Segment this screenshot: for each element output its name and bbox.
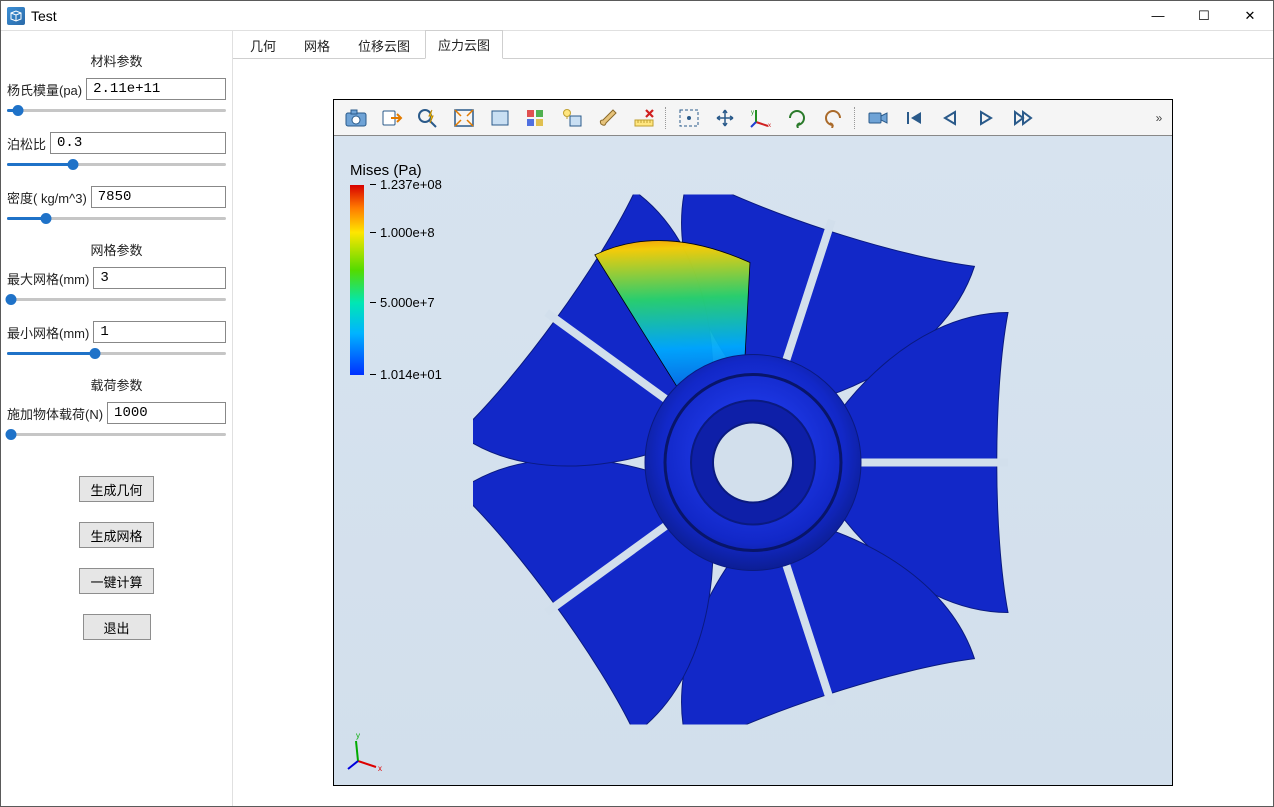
tab-disp[interactable]: 位移云图 bbox=[345, 31, 423, 59]
poisson-slider[interactable] bbox=[7, 156, 226, 172]
camera-icon[interactable] bbox=[339, 103, 373, 133]
svg-text:x: x bbox=[378, 764, 382, 771]
youngs-input[interactable] bbox=[86, 78, 226, 100]
gen-mesh-button[interactable]: 生成网格 bbox=[79, 522, 153, 548]
titlebar: Test — ☐ ✕ bbox=[1, 1, 1273, 31]
maxmesh-slider[interactable] bbox=[7, 291, 226, 307]
density-row: 密度( kg/m^3) bbox=[7, 186, 226, 208]
minmesh-input[interactable] bbox=[93, 321, 226, 343]
action-buttons: 生成几何 生成网格 一键计算 退出 bbox=[7, 476, 226, 640]
poisson-input[interactable] bbox=[50, 132, 226, 154]
youngs-label: 杨氏模量(pa) bbox=[7, 80, 82, 99]
exit-button[interactable]: 退出 bbox=[83, 614, 151, 640]
window-title: Test bbox=[31, 8, 57, 24]
content-area: 材料参数 杨氏模量(pa) 泊松比 密度( kg/m^3) bbox=[1, 31, 1273, 806]
minmesh-row: 最小网格(mm) bbox=[7, 321, 226, 343]
toolbar-overflow-button[interactable]: » bbox=[1150, 111, 1168, 125]
step-back-icon[interactable] bbox=[933, 103, 967, 133]
legend-tick: 1.014e+01 bbox=[370, 367, 442, 382]
fit-window-icon[interactable] bbox=[447, 103, 481, 133]
tab-stress[interactable]: 应力云图 bbox=[425, 30, 503, 59]
step-forward-icon[interactable] bbox=[1005, 103, 1039, 133]
tabs: 几何网格位移云图应力云图 bbox=[233, 31, 1273, 59]
zoom-lightning-icon[interactable] bbox=[411, 103, 445, 133]
svg-text:y: y bbox=[356, 731, 360, 740]
minmesh-label: 最小网格(mm) bbox=[7, 323, 89, 342]
play-icon[interactable] bbox=[969, 103, 1003, 133]
gen-geom-button[interactable]: 生成几何 bbox=[79, 476, 153, 502]
view-frame: yx» Mises (Pa) 1.237e+081.000e+85.000e+7… bbox=[333, 99, 1173, 786]
lasso-select-icon[interactable] bbox=[672, 103, 706, 133]
minmesh-slider[interactable] bbox=[7, 345, 226, 361]
svg-text:x: x bbox=[768, 123, 771, 128]
tab-geom[interactable]: 几何 bbox=[237, 31, 289, 59]
ruler-delete-icon[interactable] bbox=[627, 103, 661, 133]
close-button[interactable]: ✕ bbox=[1227, 1, 1273, 31]
main-area: 几何网格位移云图应力云图 yx» Mises (Pa) 1.237e+081.0… bbox=[233, 31, 1273, 806]
minimize-button[interactable]: — bbox=[1135, 1, 1181, 31]
video-camera-icon[interactable] bbox=[861, 103, 895, 133]
box-select-icon[interactable] bbox=[483, 103, 517, 133]
rotate-ccw-icon[interactable] bbox=[816, 103, 850, 133]
viewport-3d[interactable]: Mises (Pa) 1.237e+081.000e+85.000e+71.01… bbox=[334, 136, 1172, 785]
sidebar: 材料参数 杨氏模量(pa) 泊松比 密度( kg/m^3) bbox=[1, 31, 233, 806]
toolbar-separator bbox=[665, 107, 668, 129]
compute-button[interactable]: 一键计算 bbox=[79, 568, 153, 594]
load-label: 施加物体载荷(N) bbox=[7, 404, 103, 423]
color-blocks-icon[interactable] bbox=[519, 103, 553, 133]
legend-colorbar bbox=[350, 185, 364, 375]
svg-text:y: y bbox=[751, 110, 754, 116]
tab-mesh[interactable]: 网格 bbox=[291, 31, 343, 59]
section-material-title: 材料参数 bbox=[7, 51, 226, 70]
legend-tick: 1.237e+08 bbox=[370, 177, 442, 192]
poisson-label: 泊松比 bbox=[7, 134, 46, 153]
section-mesh-title: 网格参数 bbox=[7, 240, 226, 259]
density-slider[interactable] bbox=[7, 210, 226, 226]
model-3d bbox=[473, 194, 1033, 727]
load-row: 施加物体载荷(N) bbox=[7, 402, 226, 424]
app-window: Test — ☐ ✕ 材料参数 杨氏模量(pa) 泊松比 密度( bbox=[0, 0, 1274, 807]
app-icon bbox=[7, 7, 25, 25]
rotate-cw-icon[interactable] bbox=[780, 103, 814, 133]
skip-start-icon[interactable] bbox=[897, 103, 931, 133]
toolbar-separator bbox=[854, 107, 857, 129]
density-input[interactable] bbox=[91, 186, 226, 208]
maxmesh-label: 最大网格(mm) bbox=[7, 269, 89, 288]
maxmesh-row: 最大网格(mm) bbox=[7, 267, 226, 289]
load-input[interactable] bbox=[107, 402, 226, 424]
section-load-title: 载荷参数 bbox=[7, 375, 226, 394]
legend-tick: 5.000e+7 bbox=[370, 295, 435, 310]
view-toolbar: yx» bbox=[334, 100, 1172, 136]
youngs-row: 杨氏模量(pa) bbox=[7, 78, 226, 100]
youngs-slider[interactable] bbox=[7, 102, 226, 118]
density-label: 密度( kg/m^3) bbox=[7, 188, 87, 207]
brush-icon[interactable] bbox=[591, 103, 625, 133]
export-icon[interactable] bbox=[375, 103, 409, 133]
legend-tick: 1.000e+8 bbox=[370, 225, 435, 240]
maxmesh-input[interactable] bbox=[93, 267, 226, 289]
move-icon[interactable] bbox=[708, 103, 742, 133]
load-slider[interactable] bbox=[7, 426, 226, 442]
lightbulb-box-icon[interactable] bbox=[555, 103, 589, 133]
poisson-row: 泊松比 bbox=[7, 132, 226, 154]
color-legend: Mises (Pa) 1.237e+081.000e+85.000e+71.01… bbox=[350, 162, 422, 375]
orientation-triad: x y z bbox=[346, 731, 386, 771]
xyz-axes-icon[interactable]: yx bbox=[744, 103, 778, 133]
maximize-button[interactable]: ☐ bbox=[1181, 1, 1227, 31]
view-area: yx» Mises (Pa) 1.237e+081.000e+85.000e+7… bbox=[233, 59, 1273, 806]
